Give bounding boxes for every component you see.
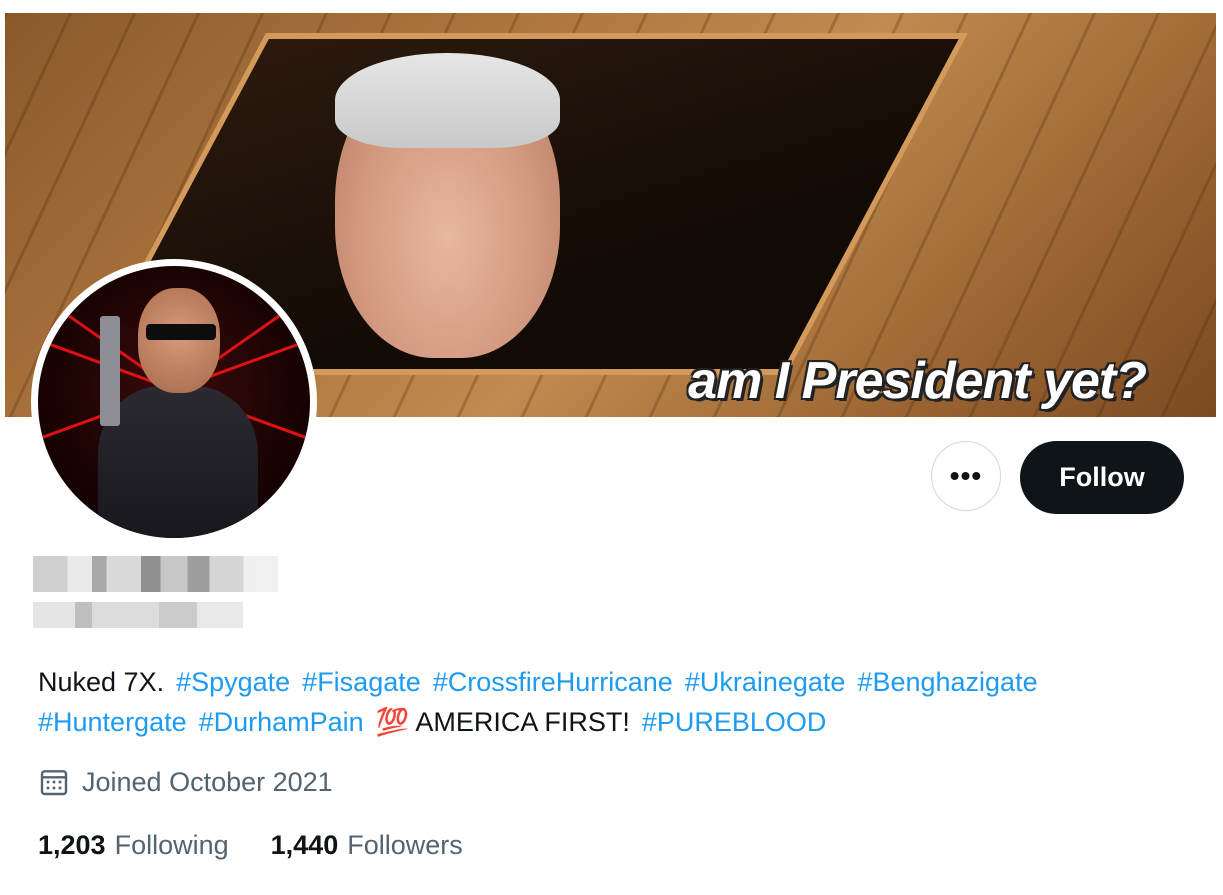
following-link[interactable]: 1,203 Following bbox=[38, 830, 229, 861]
hashtag-link[interactable]: #Ukrainegate bbox=[685, 667, 846, 697]
handle-redacted bbox=[33, 602, 243, 628]
hashtag-link[interactable]: #DurhamPain bbox=[199, 707, 364, 737]
calendar-icon bbox=[40, 770, 68, 796]
avatar-figure-pistol bbox=[100, 316, 120, 426]
banner-caption: am I President yet? bbox=[688, 352, 1147, 410]
top-edge bbox=[0, 0, 1223, 13]
followers-count: 1,440 bbox=[270, 830, 339, 860]
hashtag-link[interactable]: #Huntergate bbox=[38, 707, 187, 737]
avatar-figure-face bbox=[138, 288, 220, 393]
following-count: 1,203 bbox=[38, 830, 106, 860]
bio-text: Nuked 7X. bbox=[38, 667, 165, 697]
banner-person-hair bbox=[335, 53, 560, 148]
avatar-figure-sunglasses bbox=[146, 324, 216, 340]
followers-link[interactable]: 1,440 Followers bbox=[271, 830, 463, 861]
hashtag-link[interactable]: #Spygate bbox=[176, 667, 290, 697]
avatar-figure-body bbox=[98, 386, 258, 538]
more-options-button[interactable]: ••• bbox=[931, 441, 1001, 511]
avatar[interactable] bbox=[31, 259, 317, 545]
profile-bio: Nuked 7X. #Spygate #Fisagate #CrossfireHurr… bbox=[38, 662, 1198, 742]
avatar-image bbox=[38, 266, 310, 538]
follow-button[interactable]: Follow bbox=[1020, 441, 1184, 514]
followers-label: Followers bbox=[347, 830, 463, 860]
joined-date: Joined October 2021 bbox=[38, 766, 333, 798]
more-icon: ••• bbox=[949, 460, 983, 491]
following-label: Following bbox=[114, 830, 229, 860]
hashtag-link[interactable]: #CrossfireHurricane bbox=[433, 667, 673, 697]
joined-label: Joined October 2021 bbox=[82, 766, 333, 797]
hashtag-link[interactable]: #Benghazigate bbox=[857, 667, 1037, 697]
bio-text: 💯 AMERICA FIRST! bbox=[375, 707, 630, 737]
hashtag-link[interactable]: #Fisagate bbox=[302, 667, 421, 697]
follow-stats: 1,203 Following 1,440 Followers bbox=[38, 830, 505, 861]
hashtag-link[interactable]: #PUREBLOOD bbox=[642, 707, 827, 737]
display-name-redacted bbox=[33, 556, 278, 592]
